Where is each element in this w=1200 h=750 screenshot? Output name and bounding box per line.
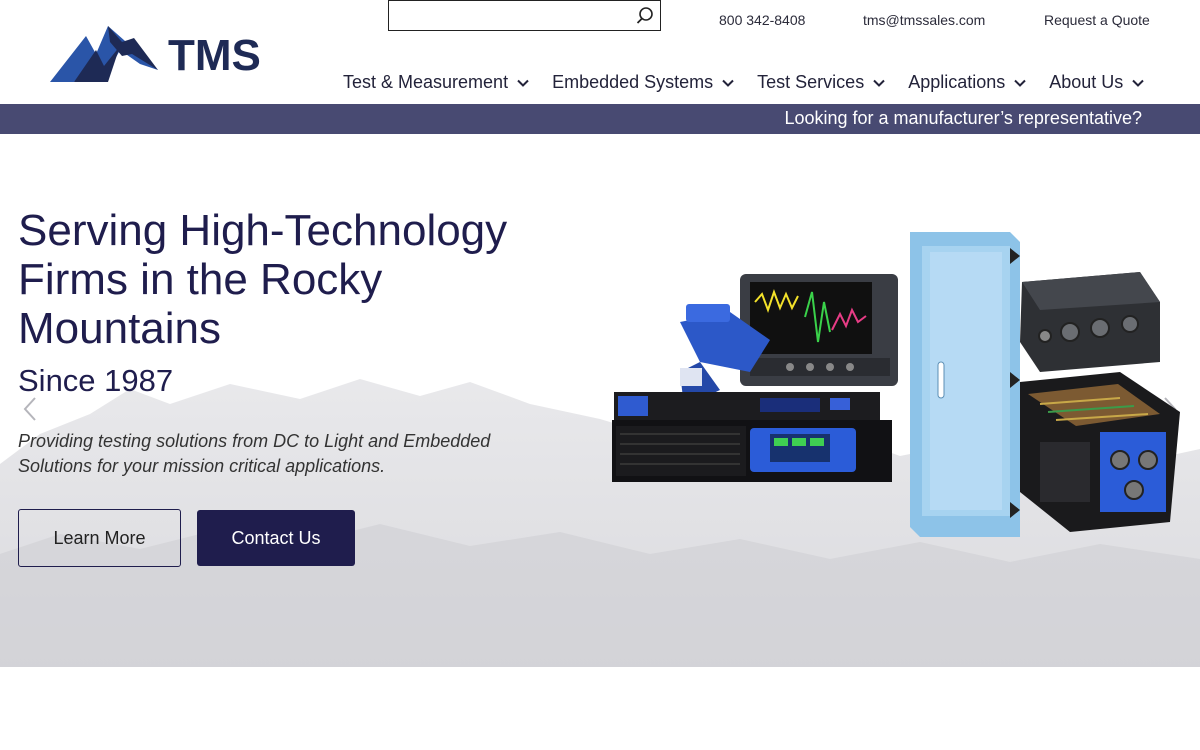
oscilloscope-image	[740, 274, 898, 386]
nav-test-measurement[interactable]: Test & Measurement	[343, 72, 530, 93]
embedded-chassis-image	[1020, 372, 1180, 532]
product-collage-image	[612, 232, 1180, 537]
search-icon[interactable]	[634, 5, 656, 27]
search-input[interactable]	[393, 5, 623, 27]
site-header: TMS 800 342-8408 tms@tmssales.com Reques…	[0, 0, 1200, 104]
learn-more-button[interactable]: Learn More	[18, 509, 181, 567]
rugged-computer-image	[1020, 272, 1160, 372]
nav-label: Embedded Systems	[552, 72, 714, 92]
hero-title: Serving High-Technology Firms in the Roc…	[18, 206, 508, 353]
nav-label: Test & Measurement	[343, 72, 509, 92]
logo-text: TMS	[168, 31, 261, 80]
nav-label: About Us	[1049, 72, 1124, 92]
contact-us-button[interactable]: Contact Us	[197, 510, 355, 566]
nav-test-services[interactable]: Test Services	[757, 72, 886, 93]
hero-subtitle: Since 1987	[18, 363, 174, 398]
nav-about-us[interactable]: About Us	[1049, 72, 1145, 93]
chevron-down-icon	[1014, 79, 1026, 87]
search-box	[388, 0, 661, 31]
rack-instrument-image	[612, 392, 892, 482]
main-nav: Test & Measurement Embedded Systems Test…	[343, 72, 1145, 93]
nav-applications[interactable]: Applications	[908, 72, 1027, 93]
tms-logo[interactable]: TMS	[48, 20, 298, 86]
rack-cabinet-image	[910, 232, 1020, 537]
chevron-down-icon	[873, 79, 885, 87]
email-link[interactable]: tms@tmssales.com	[863, 12, 985, 28]
request-quote-link[interactable]: Request a Quote	[1044, 12, 1150, 28]
chevron-down-icon	[1132, 79, 1145, 87]
rep-banner-text: Looking for a manufacturer’s representat…	[784, 108, 1142, 128]
carousel-prev-arrow-icon[interactable]	[20, 396, 40, 422]
chevron-down-icon	[722, 79, 734, 87]
nav-embedded-systems[interactable]: Embedded Systems	[552, 72, 735, 93]
hero-description: Providing testing solutions from DC to L…	[18, 431, 491, 476]
nav-label: Applications	[908, 72, 1006, 92]
chevron-down-icon	[517, 79, 529, 87]
nav-label: Test Services	[757, 72, 865, 92]
manufacturer-rep-banner[interactable]: Looking for a manufacturer’s representat…	[0, 104, 1200, 134]
phone-link[interactable]: 800 342-8408	[719, 12, 805, 28]
hero-carousel: Serving High-Technology Firms in the Roc…	[0, 134, 1200, 667]
